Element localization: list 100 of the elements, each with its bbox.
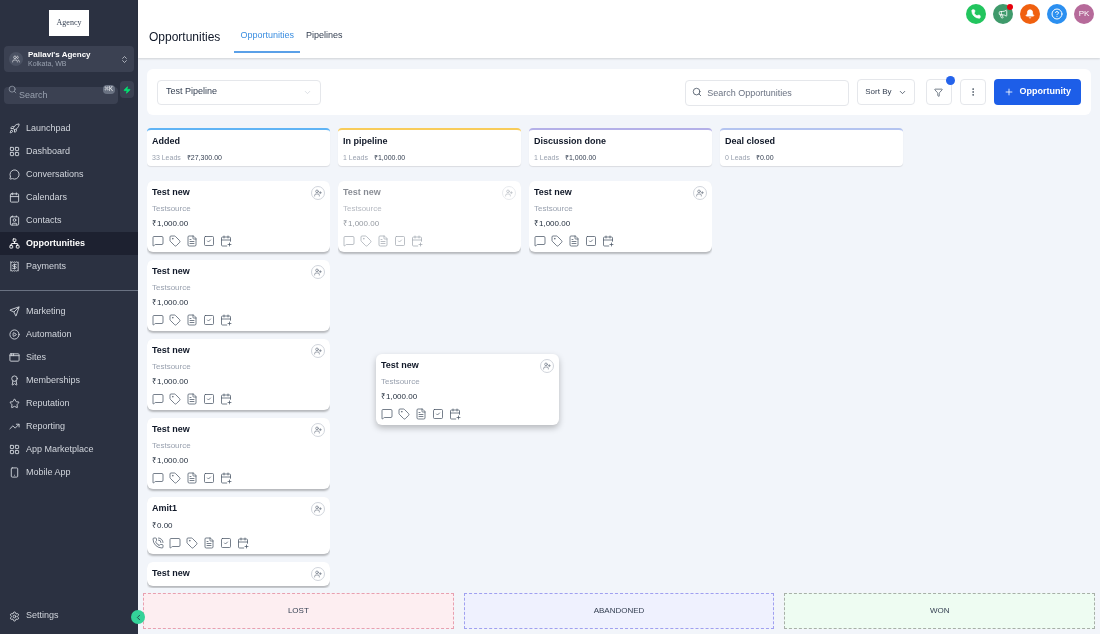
task-icon[interactable] <box>220 537 232 549</box>
opportunity-card[interactable]: Test new <box>147 562 330 586</box>
assign-user-icon[interactable] <box>311 423 325 437</box>
calendar-plus-icon[interactable] <box>220 235 232 247</box>
task-icon[interactable] <box>432 408 444 420</box>
tab[interactable]: Pipelines <box>299 27 349 53</box>
task-icon[interactable] <box>585 235 597 247</box>
card-title: Amit1 <box>152 502 177 514</box>
sidebar-item[interactable]: Marketing <box>0 300 138 323</box>
chat-icon[interactable] <box>152 393 164 405</box>
note-icon[interactable] <box>568 235 580 247</box>
assign-user-icon[interactable] <box>311 567 325 581</box>
opportunity-card[interactable]: Test new Testsource ₹1,000.00 <box>376 354 559 425</box>
sidebar-item[interactable]: App Marketplace <box>0 438 138 461</box>
tag-icon[interactable] <box>551 235 563 247</box>
chat-icon[interactable] <box>534 235 546 247</box>
tag-icon[interactable] <box>169 393 181 405</box>
tag-icon[interactable] <box>169 472 181 484</box>
note-icon[interactable] <box>186 472 198 484</box>
tag-icon[interactable] <box>169 235 181 247</box>
assign-user-icon[interactable] <box>311 502 325 516</box>
sidebar-item[interactable]: Calendars <box>0 186 138 209</box>
assign-user-icon[interactable] <box>311 344 325 358</box>
card-amount: ₹1,000.00 <box>152 376 190 387</box>
sort-dropdown[interactable]: Sort By <box>857 79 915 105</box>
settings-item[interactable]: Settings <box>0 606 68 626</box>
calendar-plus-icon[interactable] <box>220 393 232 405</box>
assign-user-icon[interactable] <box>311 186 325 200</box>
chat-icon[interactable] <box>381 408 393 420</box>
note-icon[interactable] <box>203 537 215 549</box>
drop-zone[interactable]: WON <box>784 593 1095 629</box>
assign-user-icon[interactable] <box>311 265 325 279</box>
chat-icon[interactable] <box>152 235 164 247</box>
task-icon[interactable] <box>203 235 215 247</box>
tab[interactable]: Opportunities <box>234 27 300 53</box>
tag-icon[interactable] <box>186 537 198 549</box>
card-title: Test new <box>152 186 190 198</box>
opportunity-card[interactable]: Test new Testsource ₹1,000.00 <box>147 418 330 489</box>
search-field[interactable]: Search Opportunities <box>685 80 850 106</box>
call-icon[interactable] <box>152 537 164 549</box>
drop-zone[interactable]: LOST <box>143 593 454 629</box>
card-title: Test new <box>534 186 572 198</box>
card-title: Test new <box>152 344 190 356</box>
card-title: Test new <box>343 186 381 198</box>
announcements-button[interactable] <box>993 4 1013 24</box>
sidebar-item[interactable]: Memberships <box>0 369 138 392</box>
notifications-button[interactable] <box>1020 4 1040 24</box>
sidebar-item[interactable]: Sites <box>0 346 138 369</box>
note-icon[interactable] <box>186 393 198 405</box>
chat-icon[interactable] <box>152 314 164 326</box>
card-title: Test new <box>152 423 190 435</box>
note-icon[interactable] <box>186 314 198 326</box>
filter-button[interactable] <box>925 79 952 105</box>
phone-button[interactable] <box>966 4 986 24</box>
calendar-plus-icon[interactable] <box>602 235 614 247</box>
switch-icon <box>120 54 129 64</box>
sidebar-item[interactable]: Payments <box>0 255 138 278</box>
help-button[interactable] <box>1047 4 1067 24</box>
sidebar-item[interactable]: Reputation <box>0 392 138 415</box>
task-icon[interactable] <box>203 314 215 326</box>
note-icon[interactable] <box>415 408 427 420</box>
quick-action-button[interactable] <box>120 81 134 98</box>
calendar-plus-icon[interactable] <box>237 537 249 549</box>
chat-icon[interactable] <box>169 537 181 549</box>
sidebar-item[interactable]: Dashboard <box>0 140 138 163</box>
star-icon <box>9 398 20 409</box>
tag-icon[interactable] <box>398 408 410 420</box>
task-icon[interactable] <box>203 472 215 484</box>
tag-icon[interactable] <box>169 314 181 326</box>
collapse-button[interactable] <box>131 610 145 624</box>
dashboard-icon <box>9 146 20 157</box>
chat-icon[interactable] <box>152 472 164 484</box>
drop-zone[interactable]: ABANDONED <box>463 593 775 629</box>
calendar-plus-icon[interactable] <box>220 472 232 484</box>
opportunity-card[interactable]: Test new Testsource ₹1,000.00 <box>529 181 712 252</box>
opportunity-card[interactable]: Test new Testsource ₹1,000.00 <box>147 181 330 252</box>
assign-user-icon[interactable] <box>540 359 554 373</box>
task-icon[interactable] <box>203 393 215 405</box>
opportunity-card[interactable]: Test new Testsource ₹1,000.00 <box>147 339 330 410</box>
add-opportunity-button[interactable]: Opportunity <box>993 79 1081 105</box>
sidebar-item[interactable]: Reporting <box>0 415 138 438</box>
sidebar-item[interactable]: Mobile App <box>0 461 138 484</box>
calendar-plus-icon[interactable] <box>449 408 461 420</box>
stage-name: Added <box>152 135 181 148</box>
sidebar-item[interactable]: Conversations <box>0 163 138 186</box>
agency-logo: Agency <box>49 10 89 36</box>
sidebar-item[interactable]: Opportunities <box>0 232 138 255</box>
note-icon[interactable] <box>186 235 198 247</box>
sidebar-item[interactable]: Launchpad <box>0 117 138 140</box>
receipt-icon <box>9 261 20 272</box>
window-icon <box>9 352 20 363</box>
pipeline-select[interactable]: Test Pipeline <box>157 79 321 105</box>
opportunity-card[interactable]: Test new Testsource ₹1,000.00 <box>147 260 330 331</box>
opportunity-card[interactable]: Amit1 ₹0.00 <box>147 497 330 554</box>
sidebar-item[interactable]: Automation <box>0 323 138 346</box>
assign-user-icon[interactable] <box>693 186 707 200</box>
user-avatar[interactable]: PK <box>1074 4 1094 24</box>
calendar-plus-icon[interactable] <box>220 314 232 326</box>
sidebar-item[interactable]: Contacts <box>0 209 138 232</box>
search-icon <box>692 87 703 97</box>
